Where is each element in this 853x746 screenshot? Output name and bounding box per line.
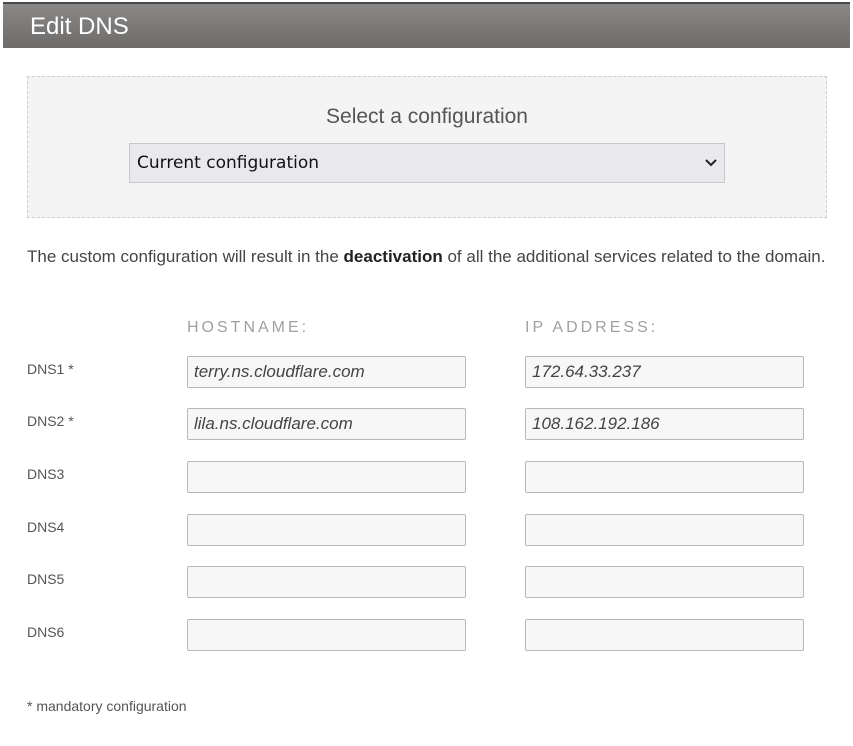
chevron-down-icon bbox=[703, 144, 719, 182]
configuration-panel: Select a configuration Current configura… bbox=[27, 76, 827, 218]
configuration-select[interactable]: Current configuration bbox=[129, 143, 725, 183]
ip-column-header: IP ADDRESS: bbox=[525, 319, 659, 336]
dns6-ip-input[interactable] bbox=[525, 619, 804, 651]
dns6-label: DNS6 bbox=[27, 624, 65, 640]
dns1-hostname-input[interactable]: terry.ns.cloudflare.com bbox=[187, 356, 466, 388]
dns1-label: DNS1 * bbox=[27, 361, 74, 377]
dns4-label: DNS4 bbox=[27, 519, 65, 535]
notice-text-end: of all the additional services related t… bbox=[442, 247, 826, 266]
page-header: Edit DNS bbox=[3, 2, 850, 48]
notice-text-bold: deactivation bbox=[343, 247, 443, 266]
deactivation-notice: The custom configuration will result in … bbox=[27, 244, 827, 270]
dns2-label: DNS2 * bbox=[27, 413, 74, 429]
page-title: Edit DNS bbox=[30, 13, 129, 40]
mandatory-footnote: * mandatory configuration bbox=[27, 698, 187, 714]
dns4-ip-input[interactable] bbox=[525, 514, 804, 546]
dns6-hostname-input[interactable] bbox=[187, 619, 466, 651]
dns3-hostname-input[interactable] bbox=[187, 461, 466, 493]
notice-text-start: The custom configuration will result in … bbox=[27, 247, 344, 266]
dns4-hostname-input[interactable] bbox=[187, 514, 466, 546]
configuration-select-value: Current configuration bbox=[137, 153, 320, 173]
dns3-label: DNS3 bbox=[27, 466, 65, 482]
dns5-ip-input[interactable] bbox=[525, 566, 804, 598]
configuration-label: Select a configuration bbox=[326, 105, 528, 128]
hostname-column-header: HOSTNAME: bbox=[187, 319, 310, 336]
dns5-hostname-input[interactable] bbox=[187, 566, 466, 598]
dns2-ip-input[interactable]: 108.162.192.186 bbox=[525, 408, 804, 440]
dns5-label: DNS5 bbox=[27, 571, 65, 587]
dns2-hostname-input[interactable]: lila.ns.cloudflare.com bbox=[187, 408, 466, 440]
dns1-ip-input[interactable]: 172.64.33.237 bbox=[525, 356, 804, 388]
dns3-ip-input[interactable] bbox=[525, 461, 804, 493]
